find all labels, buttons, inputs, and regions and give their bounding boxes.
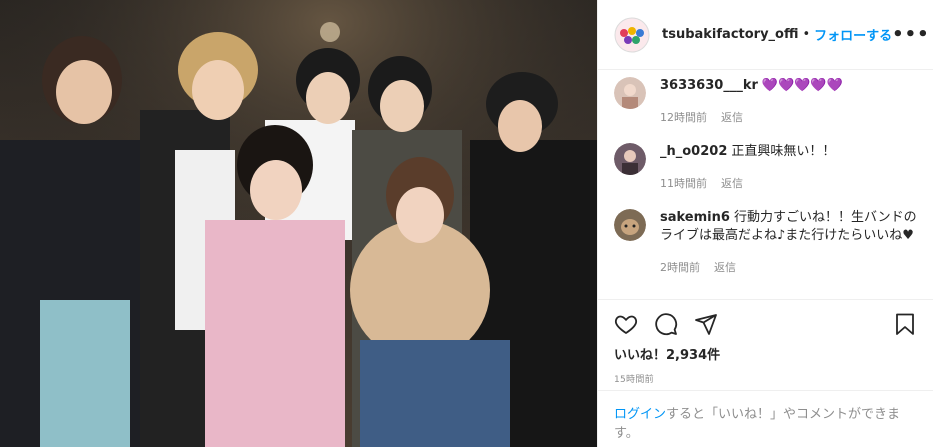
account-username[interactable]: tsubakifactory_offi [662, 27, 798, 42]
comment-username[interactable]: 3633630___kr [660, 78, 758, 93]
post-side-panel: tsubakifactory_offi • フォローする ••• 3633630… [597, 0, 933, 447]
account-avatar[interactable] [614, 17, 650, 53]
post-timestamp[interactable]: 15時間前 [614, 372, 654, 385]
reply-button[interactable]: 返信 [721, 111, 743, 124]
comment-time[interactable]: 2時間前 [660, 261, 700, 274]
comment-item: _h_o0202 正直興味無い！！ 11時間前 返信 [614, 143, 917, 205]
reply-button[interactable]: 返信 [721, 177, 743, 190]
comment-text: 💜💜💜💜💜 [761, 78, 843, 93]
like-count[interactable]: いいね！2,934件 [614, 344, 720, 363]
heart-icon[interactable] [614, 312, 638, 336]
comment-icon[interactable] [654, 312, 678, 336]
action-bar [598, 299, 933, 347]
post-header: tsubakifactory_offi • フォローする ••• [598, 0, 933, 70]
follow-button[interactable]: フォローする [814, 25, 892, 44]
separator-dot: • [802, 27, 811, 42]
comment-username[interactable]: _h_o0202 [660, 144, 727, 159]
comment-item: sakemin6 行動力すごいね！！生バンドのライブは最高だよね♪また行けたらいい… [614, 209, 917, 289]
comment-time[interactable]: 12時間前 [660, 111, 707, 124]
share-icon[interactable] [694, 312, 718, 336]
comment-list[interactable]: 3633630___kr 💜💜💜💜💜 12時間前 返信 _h_o0202 正直興味無い… [598, 71, 933, 299]
login-prompt: ログインすると「いいね！」やコメントができます。 [598, 390, 933, 443]
login-link[interactable]: ログイン [614, 407, 666, 422]
commenter-avatar[interactable] [614, 209, 646, 241]
commenter-avatar[interactable] [614, 143, 646, 175]
group-photo-illustration [0, 0, 597, 447]
comment-item: 3633630___kr 💜💜💜💜💜 12時間前 返信 [614, 77, 917, 139]
comment-time[interactable]: 11時間前 [660, 177, 707, 190]
comment-username[interactable]: sakemin6 [660, 210, 730, 225]
post-photo[interactable] [0, 0, 597, 447]
bookmark-icon[interactable] [893, 312, 917, 336]
commenter-avatar[interactable] [614, 77, 646, 109]
more-options-icon[interactable]: ••• [892, 24, 930, 45]
comment-text: 正直興味無い！！ [731, 144, 836, 159]
reply-button[interactable]: 返信 [714, 261, 736, 274]
